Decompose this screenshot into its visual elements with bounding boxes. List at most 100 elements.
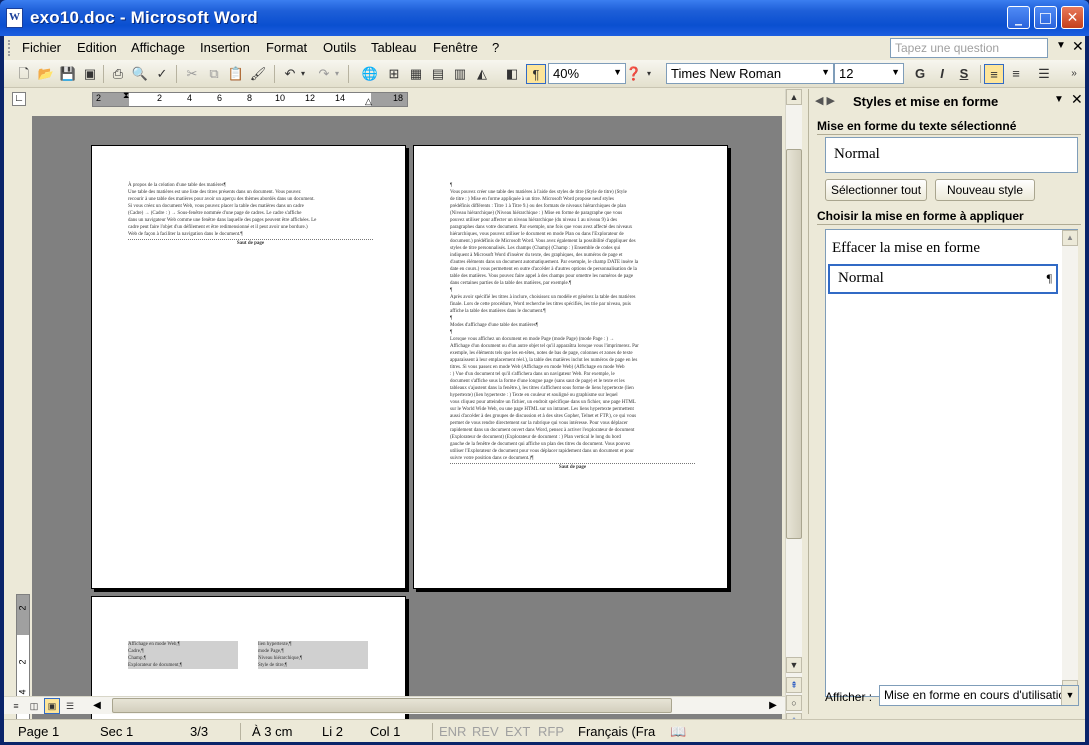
previous-page-icon[interactable]: ⇞ — [786, 677, 802, 693]
status-position[interactable]: À 3 cm — [252, 724, 292, 739]
new-style-button[interactable]: Nouveau style — [935, 179, 1035, 201]
menu-fenetre[interactable]: Fenêtre — [433, 40, 478, 55]
selected-style-box[interactable]: Normal — [825, 137, 1078, 173]
vertical-ruler[interactable]: 2 2 4 — [12, 116, 32, 726]
document-map-icon[interactable]: ◧ — [502, 64, 522, 84]
insert-table-icon[interactable]: ▦ — [406, 64, 426, 84]
help-question-input[interactable]: Tapez une question — [890, 38, 1048, 58]
zoom-select[interactable]: 40% ▼ — [548, 63, 626, 84]
show-select[interactable]: Mise en forme en cours d'utilisation ▼ — [879, 685, 1079, 706]
italic-button[interactable]: I — [932, 64, 952, 84]
scroll-thumb[interactable] — [112, 698, 672, 713]
align-left-icon[interactable]: ≡ — [984, 64, 1004, 84]
vertical-scrollbar[interactable]: ▲ ▼ ⇞ ○ ⇟ — [785, 89, 802, 729]
style-list-scrollbar[interactable]: ▲ ▼ — [1062, 230, 1078, 696]
status-language[interactable]: Français (Fra — [578, 724, 655, 739]
status-line[interactable]: Li 2 — [322, 724, 343, 739]
menu-affichage[interactable]: Affichage — [131, 40, 185, 55]
permission-icon[interactable]: ▣ — [80, 64, 100, 84]
maximize-button[interactable]: □ — [1034, 6, 1057, 29]
horizontal-ruler[interactable]: 2 2 4 6 8 10 12 14 18 ⧗ △ — [92, 90, 408, 107]
back-forward-icon[interactable]: ◀ ▶ — [815, 94, 835, 107]
status-extend[interactable]: EXT — [505, 724, 530, 739]
normal-view-icon[interactable]: ≡ — [8, 698, 24, 714]
new-document-icon[interactable]: 🗋 — [14, 64, 34, 84]
columns-icon[interactable]: ▥ — [450, 64, 470, 84]
menu-help[interactable]: ? — [492, 40, 499, 55]
scroll-thumb[interactable] — [786, 149, 802, 539]
hyperlink-icon[interactable]: 🌐 — [360, 64, 380, 84]
indent-marker-icon[interactable]: ⧗ — [123, 90, 129, 101]
insert-excel-icon[interactable]: ▤ — [428, 64, 448, 84]
menu-outils[interactable]: Outils — [323, 40, 356, 55]
show-hide-pilcrow-button[interactable]: ¶ — [526, 64, 546, 84]
bold-button[interactable]: G — [910, 64, 930, 84]
open-folder-icon[interactable]: 📂 — [36, 64, 56, 84]
toolbar-options-icon[interactable]: ▾ — [644, 64, 654, 84]
close-button[interactable]: ✕ — [1061, 6, 1084, 29]
format-painter-icon[interactable]: 🖌 — [248, 64, 268, 84]
right-indent-icon[interactable]: △ — [365, 96, 372, 107]
drawing-icon[interactable]: ◭ — [472, 64, 492, 84]
font-size-select[interactable]: 12 ▼ — [834, 63, 904, 84]
print-preview-icon[interactable]: 🔍 — [130, 64, 150, 84]
spelling-status-icon[interactable]: 📖 — [670, 724, 686, 740]
undo-dropdown-icon[interactable]: ▾ — [298, 64, 308, 84]
paste-icon[interactable]: 📋 — [226, 64, 246, 84]
save-icon[interactable]: 💾 — [58, 64, 78, 84]
status-overtype[interactable]: RFP — [538, 724, 564, 739]
scroll-up-icon[interactable]: ▲ — [1062, 230, 1078, 246]
scroll-left-icon[interactable]: ◀ — [90, 698, 104, 713]
toolbar-more-icon[interactable]: » — [1064, 64, 1084, 84]
copy-icon[interactable]: ⧉ — [204, 64, 224, 84]
menu-fichier[interactable]: Fichier — [22, 40, 61, 55]
redo-dropdown-icon[interactable]: ▾ — [332, 64, 342, 84]
style-clear-formatting[interactable]: Effacer la mise en forme — [832, 240, 980, 257]
menu-format[interactable]: Format — [266, 40, 307, 55]
style-list[interactable]: Effacer la mise en forme Normal ¶ ▲ ▼ — [825, 229, 1078, 697]
document-close-icon[interactable]: ✕ — [1072, 38, 1084, 55]
scroll-up-icon[interactable]: ▲ — [786, 89, 802, 105]
bullets-icon[interactable]: ☰ — [1034, 64, 1054, 84]
style-normal[interactable]: Normal ¶ — [828, 264, 1058, 294]
close-icon[interactable]: ✕ — [1071, 91, 1083, 108]
toolbar-grip[interactable] — [8, 40, 11, 56]
web-view-icon[interactable]: ◫ — [26, 698, 42, 714]
underline-button[interactable]: S — [954, 64, 974, 84]
status-column[interactable]: Col 1 — [370, 724, 400, 739]
outline-view-icon[interactable]: ☰ — [62, 698, 78, 714]
page-2[interactable]: ¶ Vous pouvez créer une table des matièr… — [413, 145, 728, 589]
scroll-right-icon[interactable]: ▶ — [766, 698, 780, 713]
document-view[interactable]: À propos de la création d'une table des … — [32, 116, 782, 726]
chevron-down-icon[interactable]: ▼ — [1054, 94, 1064, 105]
undo-icon[interactable]: ↶ — [280, 64, 300, 84]
horizontal-scrollbar[interactable]: ≡ ◫ ▣ ☰ ◀ ▶ — [4, 696, 785, 714]
print-layout-view-icon[interactable]: ▣ — [44, 698, 60, 714]
page-1[interactable]: À propos de la création d'une table des … — [91, 145, 406, 589]
select-all-button[interactable]: Sélectionner tout — [825, 179, 927, 201]
status-page[interactable]: Page 1 — [18, 724, 59, 739]
status-section[interactable]: Sec 1 — [100, 724, 133, 739]
tab-selector-button[interactable]: ∟ — [12, 92, 26, 106]
cut-icon[interactable]: ✂ — [182, 64, 202, 84]
chevron-down-icon[interactable]: ▼ — [1056, 40, 1066, 51]
redo-icon[interactable]: ↷ — [314, 64, 334, 84]
ruler-tick: 14 — [335, 93, 346, 103]
tables-borders-icon[interactable]: ⊞ — [384, 64, 404, 84]
menu-tableau[interactable]: Tableau — [371, 40, 417, 55]
menu-insertion[interactable]: Insertion — [200, 40, 250, 55]
font-name-select[interactable]: Times New Roman ▼ — [666, 63, 834, 84]
select-browse-object-icon[interactable]: ○ — [786, 695, 802, 711]
word-document-icon[interactable] — [6, 8, 23, 28]
status-record-macro[interactable]: ENR — [439, 724, 466, 739]
minimize-button[interactable]: _ — [1007, 6, 1030, 29]
spelling-icon[interactable]: ✓ — [152, 64, 172, 84]
scroll-down-icon[interactable]: ▼ — [786, 657, 802, 673]
print-icon[interactable]: ⎙ — [108, 64, 128, 84]
title-bar[interactable]: exo10.doc - Microsoft Word _ □ ✕ — [0, 0, 1089, 36]
status-page-count[interactable]: 3/3 — [190, 724, 208, 739]
align-center-icon[interactable]: ≡ — [1006, 64, 1026, 84]
menu-edition[interactable]: Edition — [77, 40, 117, 55]
status-track-changes[interactable]: REV — [472, 724, 499, 739]
help-icon[interactable]: ❓ — [624, 64, 644, 84]
